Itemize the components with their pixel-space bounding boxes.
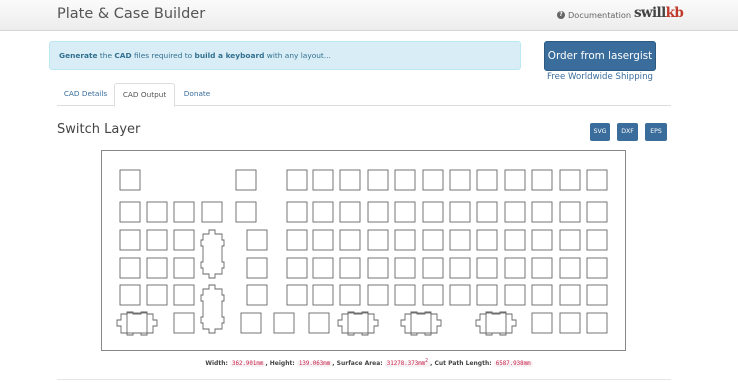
plate-outline bbox=[101, 150, 626, 351]
area-value: 31278.373mm2 bbox=[384, 359, 431, 367]
switch-plate-preview bbox=[101, 150, 626, 351]
alert-bold-build: build a keyboard bbox=[194, 51, 265, 60]
brand-title[interactable]: Plate & Case Builder bbox=[57, 6, 205, 22]
tab-cad-output[interactable]: CAD Output bbox=[114, 83, 175, 107]
cut-length-value: 6587.938mm bbox=[493, 360, 533, 367]
tab-cad-details[interactable]: CAD Details bbox=[57, 83, 114, 106]
plate-svg bbox=[101, 150, 626, 351]
tab-bar: CAD Details CAD Output Donate bbox=[57, 83, 671, 107]
swillkb-logo[interactable]: swillkb bbox=[634, 5, 684, 21]
export-svg-button[interactable]: SVG bbox=[590, 123, 610, 141]
documentation-link[interactable]: ? Documentation bbox=[557, 10, 631, 20]
alert-bold-cad: CAD bbox=[114, 51, 132, 60]
width-value: 362.901mm bbox=[229, 360, 266, 367]
section-title: Switch Layer bbox=[57, 122, 141, 137]
shipping-note: Free Worldwide Shipping bbox=[547, 72, 653, 82]
export-eps-button[interactable]: EPS bbox=[645, 123, 667, 141]
question-circle-icon: ? bbox=[557, 11, 565, 19]
tab-donate[interactable]: Donate bbox=[175, 83, 219, 106]
documentation-label[interactable]: Documentation bbox=[568, 10, 631, 20]
plate-stats: Width: 362.901mm, Height: 139.063mm, Sur… bbox=[205, 359, 533, 367]
height-value: 139.063mm bbox=[296, 360, 333, 367]
alert-bold-generate: Generate bbox=[59, 51, 98, 60]
order-lasergist-button[interactable]: Order from lasergist bbox=[544, 41, 656, 71]
footer-divider bbox=[57, 379, 671, 380]
info-alert: Generate the CAD files required to build… bbox=[49, 41, 521, 70]
export-dxf-button[interactable]: DXF bbox=[617, 123, 638, 141]
navbar: Plate & Case Builder ? Documentation swi… bbox=[0, 0, 738, 31]
